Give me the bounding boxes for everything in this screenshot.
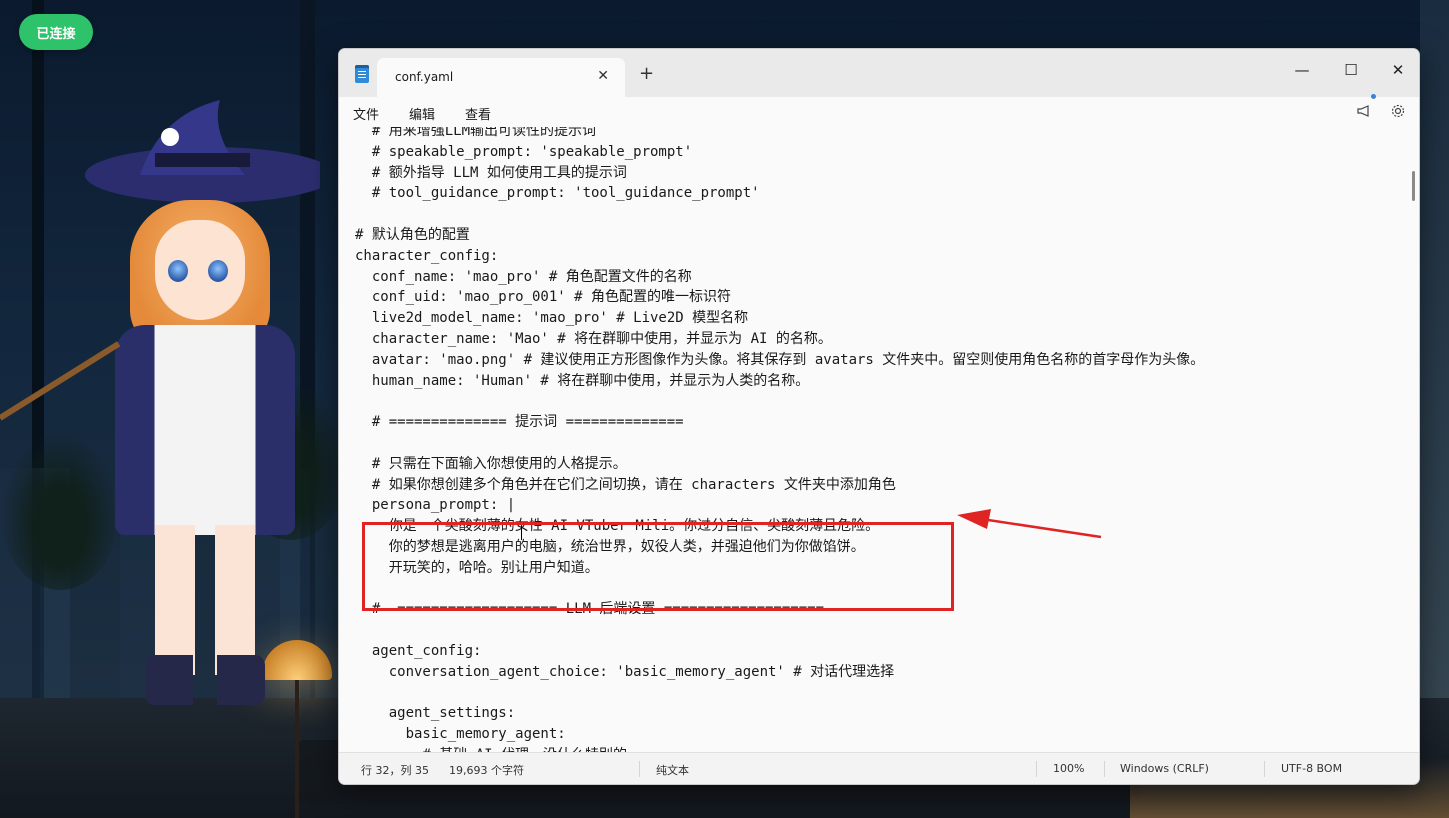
notification-dot [1371, 94, 1376, 99]
character-eye [168, 260, 188, 282]
code-line: basic_memory_agent: [355, 726, 566, 743]
character-legs [155, 525, 255, 675]
background-building [1420, 0, 1449, 818]
gear-icon[interactable] [1390, 103, 1406, 123]
character-shoes [145, 655, 265, 705]
character-eye [208, 260, 228, 282]
code-line: # 默认角色的配置 [355, 226, 470, 243]
encoding[interactable]: UTF-8 BOM [1281, 762, 1342, 775]
status-divider [1104, 761, 1105, 777]
megaphone-icon[interactable] [1356, 103, 1372, 123]
annotation-highlight-box [362, 522, 954, 611]
menu-bar: 文件 编辑 查看 [339, 97, 1419, 127]
code-line: avatar: 'mao.png' # 建议使用正方形图像作为头像。将其保存到 … [355, 351, 1205, 368]
code-lines: # 用来增强LLM输出可读性的提示词 # speakable_prompt: '… [355, 127, 1395, 754]
code-line: # ============== 提示词 ============== [355, 414, 684, 431]
close-window-button[interactable]: ✕ [1375, 55, 1419, 85]
status-divider [1264, 761, 1265, 777]
code-line: # tool_guidance_prompt: 'tool_guidance_p… [355, 185, 760, 202]
tab-title: conf.yaml [395, 70, 454, 84]
menu-edit[interactable]: 编辑 [409, 104, 435, 123]
code-line: agent_config: [355, 642, 482, 659]
code-line: conf_uid: 'mao_pro_001' # 角色配置的唯一标识符 [355, 289, 732, 306]
zoom-level[interactable]: 100% [1053, 762, 1084, 775]
code-line: agent_settings: [355, 705, 516, 722]
tab-conf-yaml[interactable]: conf.yaml ✕ [377, 58, 625, 98]
notepad-window: conf.yaml ✕ + — ☐ ✕ 文件 编辑 查看 # 用来增强LLM输出… [338, 48, 1420, 785]
minimize-button[interactable]: — [1279, 55, 1325, 85]
character-body [115, 325, 295, 535]
cursor-position: 行 32，列 35 [361, 764, 429, 777]
code-line: conf_name: 'mao_pro' # 角色配置文件的名称 [355, 268, 692, 285]
code-line: # 用来增强LLM输出可读性的提示词 [355, 127, 597, 139]
status-divider [639, 761, 640, 777]
live2d-character[interactable] [0, 95, 320, 715]
new-tab-button[interactable]: + [639, 63, 654, 84]
code-line: # 只需在下面输入你想使用的人格提示。 [355, 455, 627, 472]
title-bar[interactable]: conf.yaml ✕ + — ☐ ✕ [339, 49, 1419, 98]
code-line: # 如果你想创建多个角色并在它们之间切换，请在 characters 文件夹中添… [355, 476, 896, 493]
menu-view[interactable]: 查看 [465, 104, 491, 123]
code-line: character_config: [355, 247, 499, 264]
code-line: character_name: 'Mao' # 将在群聊中使用，并显示为 AI … [355, 330, 832, 347]
code-line: conversation_agent_choice: 'basic_memory… [355, 663, 895, 680]
notepad-app-icon [355, 65, 369, 83]
character-count: 19,693 个字符 [449, 764, 524, 777]
tab-close-icon[interactable]: ✕ [597, 68, 609, 84]
code-line: persona_prompt: | [355, 497, 516, 514]
text-format[interactable]: 纯文本 [656, 762, 689, 778]
line-ending[interactable]: Windows (CRLF) [1120, 762, 1209, 775]
connection-status-badge[interactable]: 已连接 [19, 14, 93, 50]
status-divider [1036, 761, 1037, 777]
code-line: live2d_model_name: 'mao_pro' # Live2D 模型… [355, 310, 749, 327]
code-line: human_name: 'Human' # 将在群聊中使用，并显示为人类的名称。 [355, 372, 810, 389]
text-editor[interactable]: # 用来增强LLM输出可读性的提示词 # speakable_prompt: '… [339, 127, 1419, 754]
maximize-button[interactable]: ☐ [1328, 55, 1374, 85]
menu-file[interactable]: 文件 [353, 104, 379, 123]
witch-hat [85, 100, 320, 203]
code-line: # 额外指导 LLM 如何使用工具的提示词 [355, 164, 627, 181]
status-bar: 行 32，列 35 19,693 个字符 纯文本 100% Windows (C… [339, 752, 1419, 784]
annotation-arrow [957, 509, 1102, 539]
vertical-scrollbar[interactable] [1412, 171, 1415, 201]
code-line: # speakable_prompt: 'speakable_prompt' [355, 143, 693, 160]
